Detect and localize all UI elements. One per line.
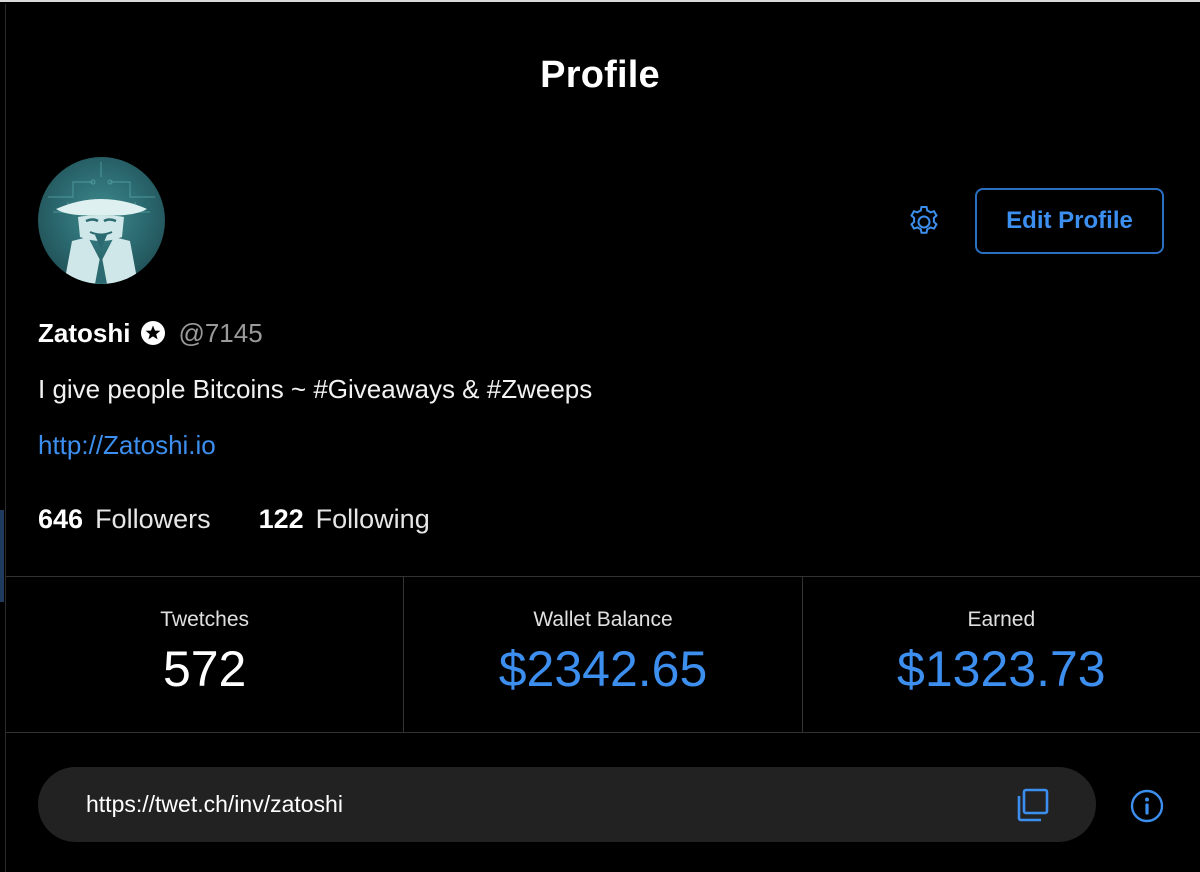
stat-label: Earned (967, 608, 1036, 631)
invite-url: https://twet.ch/inv/zatoshi (86, 791, 343, 817)
user-handle: @7145 (178, 317, 263, 348)
masked-figure-avatar-icon (48, 162, 155, 284)
profile-screen: Profile Edit Profile Zatoshi @7145 I giv… (0, 0, 1200, 872)
profile-link[interactable]: http://Zatoshi.io (38, 430, 216, 461)
stat-label: Wallet Balance (533, 608, 673, 631)
stat-earned[interactable]: Earned $1323.73 (801, 577, 1200, 732)
stat-value: 572 (162, 641, 247, 697)
follow-stats: 646 Followers 122 Following (38, 504, 430, 535)
info-button[interactable] (1129, 788, 1165, 824)
following-link[interactable]: 122 Following (259, 504, 430, 535)
avatar[interactable] (38, 157, 165, 284)
info-icon (1130, 789, 1164, 823)
following-label: Following (315, 504, 430, 534)
stat-twetches[interactable]: Twetches 572 (6, 577, 403, 732)
invite-link-field[interactable]: https://twet.ch/inv/zatoshi (38, 767, 1096, 842)
followers-label: Followers (95, 504, 211, 534)
edit-profile-button[interactable]: Edit Profile (975, 188, 1164, 254)
followers-count: 646 (38, 504, 84, 534)
settings-button[interactable] (903, 201, 945, 243)
stat-value: $2342.65 (498, 641, 708, 697)
followers-link[interactable]: 646 Followers (38, 504, 211, 535)
copy-icon (1017, 788, 1049, 822)
stat-wallet-balance[interactable]: Wallet Balance $2342.65 (403, 577, 801, 732)
star-badge-icon (140, 320, 166, 346)
left-border (0, 4, 6, 872)
gear-icon (910, 206, 938, 234)
page-title: Profile (540, 54, 660, 96)
name-row: Zatoshi @7145 (38, 315, 263, 351)
stats-panel: Twetches 572 Wallet Balance $2342.65 Ear… (6, 576, 1200, 733)
following-count: 122 (258, 504, 304, 534)
bio-text: I give people Bitcoins ~ #Giveaways & #Z… (38, 374, 593, 404)
left-accent-bar (0, 510, 4, 602)
stat-label: Twetches (160, 608, 250, 631)
display-name: Zatoshi (38, 317, 131, 348)
copy-button[interactable] (1012, 785, 1052, 825)
stat-value: $1323.73 (897, 641, 1106, 697)
